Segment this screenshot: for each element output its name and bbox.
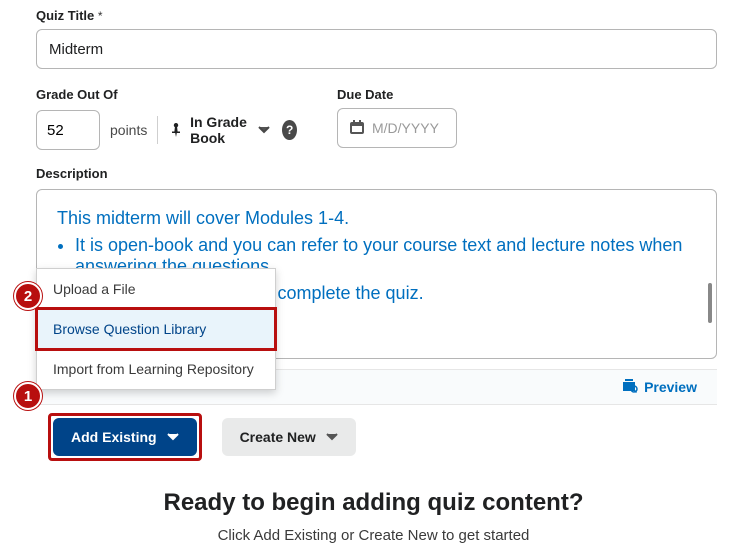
description-label: Description (36, 166, 717, 181)
preview-label: Preview (644, 379, 697, 395)
create-new-button[interactable]: Create New (222, 418, 356, 456)
callout-1: 1 (14, 382, 42, 410)
add-existing-label: Add Existing (71, 429, 157, 445)
quiz-title-label: Quiz Title * (36, 8, 717, 23)
due-date-placeholder: M/D/YYYY (372, 120, 439, 136)
scrollbar-thumb[interactable] (708, 283, 712, 323)
quiz-title-input[interactable] (36, 29, 717, 69)
grade-out-of-label: Grade Out Of (36, 87, 297, 102)
add-existing-menu: Upload a File Browse Question Library Im… (36, 268, 276, 390)
empty-state-heading: Ready to begin adding quiz content? (0, 489, 747, 517)
grade-book-label: In Grade Book (190, 114, 250, 146)
divider (157, 116, 158, 144)
required-indicator: * (98, 9, 103, 23)
empty-state-sub: Click Add Existing or Create New to get … (0, 527, 747, 544)
grade-book-dropdown[interactable]: In Grade Book (168, 108, 272, 152)
callout-2: 2 (14, 282, 42, 310)
chevron-down-icon (258, 126, 270, 134)
pin-icon (170, 123, 182, 137)
preview-button[interactable]: Preview (622, 379, 697, 396)
chevron-down-icon (167, 433, 179, 441)
points-label: points (110, 122, 147, 138)
due-date-input[interactable]: M/D/YYYY (337, 108, 457, 148)
grade-input[interactable] (36, 110, 100, 150)
chevron-down-icon (326, 433, 338, 441)
add-existing-button[interactable]: Add Existing (53, 418, 197, 456)
due-date-label: Due Date (337, 87, 457, 102)
create-new-label: Create New (240, 429, 316, 445)
help-icon[interactable]: ? (282, 120, 297, 140)
menu-browse-question-library[interactable]: Browse Question Library (37, 309, 275, 349)
desc-intro: This midterm will cover Modules 1-4. (57, 208, 696, 229)
preview-icon (622, 379, 638, 396)
menu-import-learning-repository[interactable]: Import from Learning Repository (37, 349, 275, 389)
menu-upload-file[interactable]: Upload a File (37, 269, 275, 309)
calendar-icon (350, 120, 364, 137)
add-existing-highlight: Add Existing (48, 413, 202, 461)
